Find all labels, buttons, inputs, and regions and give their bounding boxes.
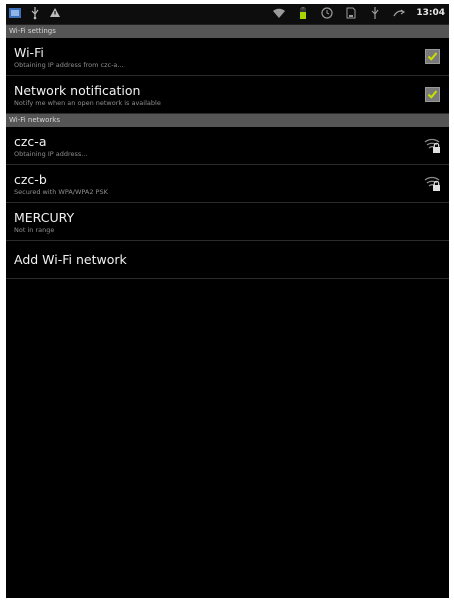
wifi-lock-icon	[424, 138, 440, 153]
clock-icon	[321, 7, 333, 19]
network-item-czc-b[interactable]: czc-b Secured with WPA/WPA2 PSK	[6, 165, 449, 203]
network-name: czc-a	[14, 134, 47, 149]
warning-icon	[50, 8, 60, 17]
sd-card-icon	[346, 7, 356, 19]
usb-icon	[371, 7, 379, 19]
status-bar: 13:04	[6, 4, 449, 25]
checkmark-icon	[427, 90, 438, 99]
network-notification-row[interactable]: Network notification Notify me when an o…	[6, 76, 449, 114]
network-notification-summary: Notify me when an open network is availa…	[14, 99, 161, 107]
network-item-czc-a[interactable]: czc-a Obtaining IP address...	[6, 127, 449, 165]
wifi-icon	[273, 8, 286, 18]
network-name: MERCURY	[14, 210, 75, 225]
add-wifi-network-label: Add Wi-Fi network	[14, 252, 127, 267]
section-header-wifi-networks: Wi-Fi networks	[6, 114, 449, 127]
wifi-checkbox[interactable]	[425, 49, 440, 64]
battery-icon	[300, 7, 307, 19]
network-notification-checkbox[interactable]	[425, 87, 440, 102]
screen: 13:04 Wi-Fi settings Wi-Fi Obtaining IP …	[6, 4, 449, 598]
status-bar-left	[8, 6, 62, 20]
signal-icon	[393, 9, 406, 17]
wifi-toggle-row[interactable]: Wi-Fi Obtaining IP address from czc-a...	[6, 38, 449, 76]
network-notification-title: Network notification	[14, 83, 141, 98]
network-status: Not in range	[14, 226, 55, 234]
network-status: Obtaining IP address...	[14, 150, 88, 158]
usb-icon	[31, 7, 39, 20]
status-time: 13:04	[416, 8, 445, 18]
wifi-title: Wi-Fi	[14, 45, 44, 60]
section-header-wifi-settings: Wi-Fi settings	[6, 25, 449, 38]
add-wifi-network-button[interactable]: Add Wi-Fi network	[6, 241, 449, 279]
network-status: Secured with WPA/WPA2 PSK	[14, 188, 108, 196]
wifi-summary: Obtaining IP address from czc-a...	[14, 61, 124, 69]
network-item-mercury[interactable]: MERCURY Not in range	[6, 203, 449, 241]
status-bar-right: 13:04	[272, 6, 445, 20]
wifi-lock-icon	[424, 176, 440, 191]
checkmark-icon	[427, 52, 438, 61]
app-icon	[9, 8, 21, 18]
network-name: czc-b	[14, 172, 47, 187]
